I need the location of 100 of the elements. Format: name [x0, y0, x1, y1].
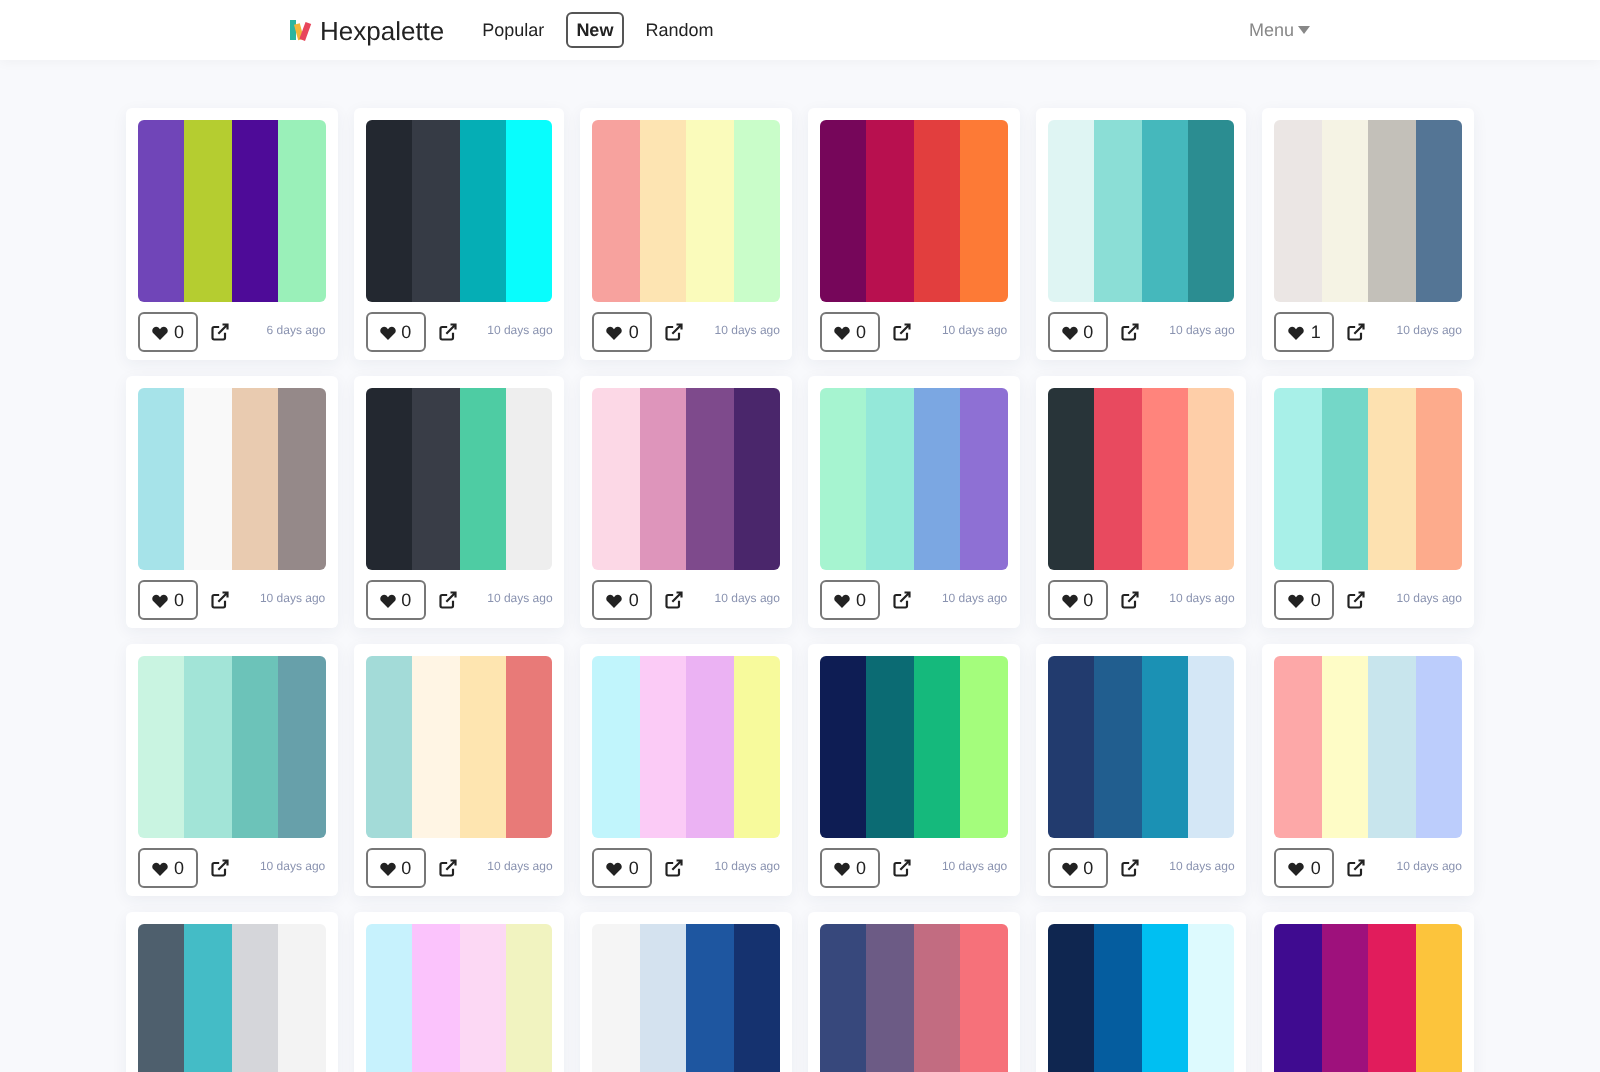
color-stripe[interactable]	[1141, 924, 1188, 1072]
color-stripe[interactable]	[1415, 656, 1462, 838]
color-stripe[interactable]	[231, 924, 279, 1072]
color-stripe[interactable]	[733, 388, 780, 570]
palette-swatch[interactable]	[138, 388, 326, 570]
like-button[interactable]: 0	[138, 848, 199, 888]
color-stripe[interactable]	[412, 388, 459, 570]
color-stripe[interactable]	[639, 388, 687, 570]
color-stripe[interactable]	[913, 388, 961, 570]
palette-swatch[interactable]	[1047, 924, 1235, 1072]
color-stripe[interactable]	[1187, 120, 1235, 302]
share-icon[interactable]	[437, 590, 458, 610]
color-stripe[interactable]	[1047, 388, 1095, 570]
palette-swatch[interactable]	[592, 120, 780, 302]
color-stripe[interactable]	[231, 656, 279, 838]
share-icon[interactable]	[664, 858, 685, 878]
color-stripe[interactable]	[412, 120, 459, 302]
color-stripe[interactable]	[819, 924, 867, 1072]
color-stripe[interactable]	[1321, 388, 1369, 570]
color-stripe[interactable]	[866, 120, 914, 302]
like-button[interactable]: 0	[365, 580, 426, 620]
color-stripe[interactable]	[1094, 924, 1141, 1072]
like-button[interactable]: 0	[819, 848, 880, 888]
color-stripe[interactable]	[505, 656, 553, 838]
color-stripe[interactable]	[365, 120, 413, 302]
palette-swatch[interactable]	[365, 924, 553, 1072]
nav-link[interactable]: Random	[635, 12, 724, 48]
share-icon[interactable]	[210, 322, 231, 342]
color-stripe[interactable]	[1141, 388, 1188, 570]
color-stripe[interactable]	[1141, 120, 1188, 302]
share-icon[interactable]	[210, 590, 231, 610]
share-icon[interactable]	[1346, 322, 1367, 342]
color-stripe[interactable]	[592, 388, 640, 570]
color-stripe[interactable]	[231, 120, 279, 302]
color-stripe[interactable]	[913, 120, 961, 302]
color-stripe[interactable]	[960, 656, 1008, 838]
share-icon[interactable]	[437, 858, 458, 878]
palette-swatch[interactable]	[365, 656, 553, 838]
color-stripe[interactable]	[1094, 120, 1141, 302]
like-button[interactable]: 0	[592, 580, 653, 620]
color-stripe[interactable]	[960, 924, 1008, 1072]
like-button[interactable]: 0	[1274, 580, 1335, 620]
like-button[interactable]: 1	[1274, 312, 1335, 352]
share-icon[interactable]	[437, 322, 458, 342]
palette-swatch[interactable]	[592, 924, 780, 1072]
color-stripe[interactable]	[1047, 656, 1095, 838]
color-stripe[interactable]	[459, 120, 506, 302]
color-stripe[interactable]	[278, 656, 326, 838]
color-stripe[interactable]	[459, 924, 506, 1072]
color-stripe[interactable]	[365, 388, 413, 570]
color-stripe[interactable]	[184, 924, 232, 1072]
color-stripe[interactable]	[412, 656, 459, 838]
share-icon[interactable]	[210, 858, 231, 878]
color-stripe[interactable]	[866, 388, 914, 570]
like-button[interactable]: 0	[365, 312, 426, 352]
brand-name[interactable]: Hexpalette	[320, 15, 445, 45]
like-button[interactable]: 0	[138, 312, 199, 352]
nav-link[interactable]: New	[566, 12, 624, 48]
color-stripe[interactable]	[1047, 924, 1095, 1072]
palette-swatch[interactable]	[592, 388, 780, 570]
menu-dropdown[interactable]: Menu	[1248, 20, 1310, 40]
palette-swatch[interactable]	[1047, 120, 1235, 302]
color-stripe[interactable]	[1415, 924, 1462, 1072]
color-stripe[interactable]	[866, 656, 914, 838]
palette-swatch[interactable]	[592, 656, 780, 838]
color-stripe[interactable]	[913, 656, 961, 838]
like-button[interactable]: 0	[592, 312, 653, 352]
share-icon[interactable]	[1119, 858, 1140, 878]
color-stripe[interactable]	[231, 388, 279, 570]
palette-swatch[interactable]	[819, 656, 1008, 838]
share-icon[interactable]	[664, 322, 685, 342]
palette-swatch[interactable]	[365, 120, 553, 302]
color-stripe[interactable]	[278, 924, 326, 1072]
color-stripe[interactable]	[819, 656, 867, 838]
color-stripe[interactable]	[1368, 120, 1416, 302]
color-stripe[interactable]	[138, 120, 185, 302]
like-button[interactable]: 0	[365, 848, 426, 888]
color-stripe[interactable]	[1187, 388, 1235, 570]
palette-swatch[interactable]	[1047, 388, 1235, 570]
color-stripe[interactable]	[592, 120, 640, 302]
color-stripe[interactable]	[278, 120, 326, 302]
color-stripe[interactable]	[505, 120, 553, 302]
like-button[interactable]: 0	[1274, 848, 1335, 888]
share-icon[interactable]	[1346, 858, 1367, 878]
like-button[interactable]: 0	[1047, 580, 1108, 620]
color-stripe[interactable]	[1094, 656, 1141, 838]
share-icon[interactable]	[1119, 322, 1140, 342]
like-button[interactable]: 0	[1047, 312, 1108, 352]
palette-swatch[interactable]	[1274, 656, 1462, 838]
palette-swatch[interactable]	[819, 388, 1008, 570]
color-stripe[interactable]	[459, 388, 506, 570]
color-stripe[interactable]	[1094, 388, 1141, 570]
color-stripe[interactable]	[1321, 924, 1369, 1072]
share-icon[interactable]	[892, 322, 912, 342]
color-stripe[interactable]	[733, 656, 780, 838]
color-stripe[interactable]	[278, 388, 326, 570]
color-stripe[interactable]	[1274, 388, 1322, 570]
color-stripe[interactable]	[138, 656, 185, 838]
share-icon[interactable]	[664, 590, 685, 610]
color-stripe[interactable]	[1415, 388, 1462, 570]
